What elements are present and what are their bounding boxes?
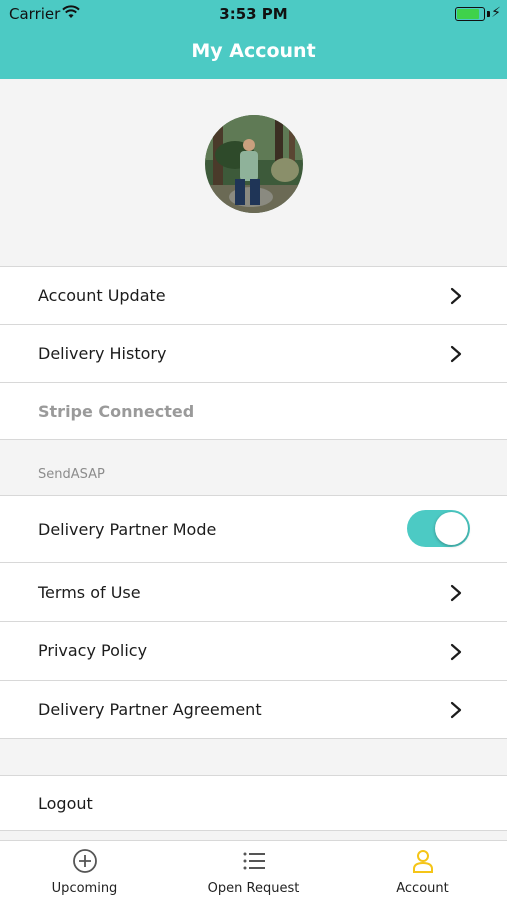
tab-upcoming-label: Upcoming xyxy=(51,881,118,896)
chevron-right-icon xyxy=(450,584,462,602)
tab-account[interactable]: Account xyxy=(338,841,507,900)
avatar[interactable] xyxy=(205,115,303,213)
status-bar: Carrier 3:53 PM ⚡ xyxy=(0,0,507,28)
delivery-partner-agreement-row[interactable]: Delivery Partner Agreement xyxy=(0,681,507,739)
tab-open-request[interactable]: Open Request xyxy=(169,841,338,900)
delivery-partner-mode-label: Delivery Partner Mode xyxy=(38,520,217,539)
delivery-partner-mode-toggle[interactable] xyxy=(407,510,470,547)
privacy-policy-label: Privacy Policy xyxy=(38,641,148,660)
tab-open-request-label: Open Request xyxy=(207,881,300,896)
plus-circle-icon xyxy=(73,849,97,873)
stripe-connected-label: Stripe Connected xyxy=(38,402,195,421)
delivery-partner-agreement-label: Delivery Partner Agreement xyxy=(38,700,262,719)
toggle-knob xyxy=(435,512,468,545)
battery-tip xyxy=(487,11,490,17)
delivery-partner-mode-row: Delivery Partner Mode xyxy=(0,495,507,563)
account-update-label: Account Update xyxy=(38,286,166,305)
privacy-policy-row[interactable]: Privacy Policy xyxy=(0,622,507,681)
account-update-row[interactable]: Account Update xyxy=(0,266,507,325)
tab-account-label: Account xyxy=(396,881,449,896)
delivery-history-label: Delivery History xyxy=(38,344,167,363)
page-title: My Account xyxy=(191,40,316,62)
tab-bar: Upcoming Open Request Account xyxy=(0,840,507,900)
terms-of-use-row[interactable]: Terms of Use xyxy=(0,563,507,622)
stripe-connected-row: Stripe Connected xyxy=(0,383,507,440)
section-header-sendasap: SendASAP xyxy=(0,440,507,495)
chevron-right-icon xyxy=(450,643,462,661)
battery-icon xyxy=(455,7,485,21)
section-spacer xyxy=(0,739,507,775)
chevron-right-icon xyxy=(450,701,462,719)
logout-label: Logout xyxy=(38,794,93,813)
tab-upcoming[interactable]: Upcoming xyxy=(0,841,169,900)
app-header: Carrier 3:53 PM ⚡ My Account xyxy=(0,0,507,79)
section-title: SendASAP xyxy=(38,467,105,482)
terms-of-use-label: Terms of Use xyxy=(38,583,141,602)
status-time: 3:53 PM xyxy=(219,5,288,23)
chevron-right-icon xyxy=(450,287,462,305)
list-icon xyxy=(243,852,265,870)
logout-row[interactable]: Logout xyxy=(0,775,507,831)
user-icon xyxy=(413,850,433,873)
charging-icon: ⚡ xyxy=(491,5,501,21)
delivery-history-row[interactable]: Delivery History xyxy=(0,325,507,383)
chevron-right-icon xyxy=(450,345,462,363)
